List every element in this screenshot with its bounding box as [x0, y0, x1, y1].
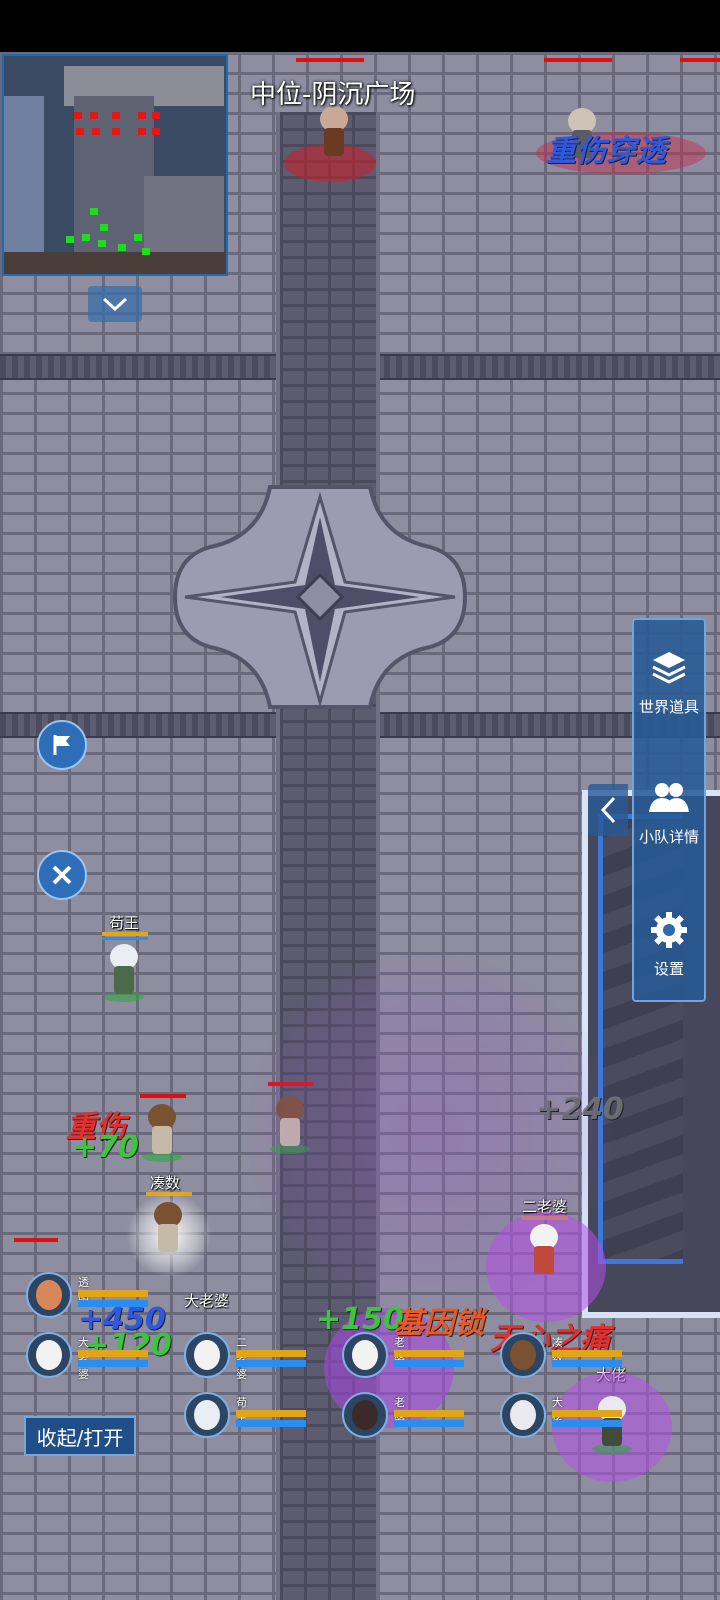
combat-text-damage: +240 [536, 1092, 624, 1127]
ally-hp-bar [140, 1094, 186, 1098]
world-items-label: 世界道具 [638, 698, 699, 716]
character-mana-bar [102, 937, 148, 940]
collapse-toggle-button[interactable]: 收起/打开 [24, 1416, 136, 1456]
party-stamina-bar [236, 1410, 306, 1417]
close-button[interactable] [37, 850, 87, 900]
side-menu: 世界道具 小队详情 设置 [632, 618, 706, 1002]
party-mana-bar [394, 1420, 464, 1427]
party-stamina-bar [394, 1410, 464, 1417]
flag-icon [53, 735, 70, 755]
side-panel-toggle[interactable] [588, 784, 628, 836]
settings-button[interactable]: 设置 [634, 910, 704, 979]
location-title: 中位-阴沉广场 [250, 80, 416, 110]
party-member-name: 大老婆 [78, 1336, 89, 1381]
party-avatar[interactable] [342, 1392, 388, 1438]
combat-text-skill: 基因锁 [394, 1306, 484, 1341]
party-avatar[interactable] [26, 1272, 72, 1318]
party-avatar[interactable] [342, 1332, 388, 1378]
layers-icon [652, 652, 686, 684]
party-stamina-bar [552, 1410, 622, 1417]
party-mana-bar [394, 1360, 464, 1367]
party-avatar[interactable] [26, 1332, 72, 1378]
character-erlaopo[interactable] [522, 1224, 566, 1280]
settings-label: 设置 [653, 960, 684, 978]
party-mana-bar [552, 1360, 622, 1367]
party-stamina-bar [78, 1350, 148, 1357]
character-name-label: 大老婆 [184, 1292, 230, 1310]
people-icon [649, 783, 689, 812]
character-coushu[interactable] [146, 1202, 190, 1258]
party-stamina-bar [78, 1290, 148, 1297]
team-details-label: 小队详情 [638, 828, 699, 846]
party-avatar[interactable] [500, 1392, 546, 1438]
party-avatar[interactable] [500, 1332, 546, 1378]
character-name-label: 苟王 [109, 914, 140, 932]
character-stamina-bar [102, 932, 148, 936]
party-mana-bar [236, 1360, 306, 1367]
party-mana-bar [552, 1420, 622, 1427]
chevron-down-icon [102, 297, 128, 312]
party-mana-bar [236, 1420, 306, 1427]
combat-text-heal: +120 [84, 1328, 172, 1363]
enemy-hp-bar [680, 58, 720, 62]
world-items-button[interactable]: 世界道具 [634, 648, 704, 717]
character-goowang[interactable] [102, 944, 146, 1002]
party-stamina-bar [552, 1350, 622, 1357]
enemy-character[interactable] [312, 106, 356, 162]
party-mana-bar [78, 1360, 148, 1367]
party-stamina-bar [236, 1350, 306, 1357]
gear-icon [651, 912, 687, 948]
enemy-hp-bar [544, 58, 612, 62]
party-mana-bar [78, 1300, 148, 1307]
minimap-toggle-button[interactable] [88, 286, 142, 322]
close-icon [52, 865, 72, 885]
minimap[interactable] [2, 54, 228, 276]
team-details-button[interactable]: 小队详情 [634, 778, 704, 847]
plaza-ornament [172, 485, 468, 709]
party-avatar[interactable] [184, 1392, 230, 1438]
party-avatar[interactable] [184, 1332, 230, 1378]
combat-text-skill: 重伤穿透 [546, 134, 666, 169]
character-knight-a[interactable] [140, 1104, 184, 1162]
character-name-label: 凑数 [150, 1174, 181, 1192]
combat-text-heal: +70 [72, 1130, 139, 1165]
enemy-hp-bar [296, 58, 364, 62]
flag-button[interactable] [37, 720, 87, 770]
party-member-name: 二老婆 [236, 1336, 247, 1381]
ally-hp-bar [14, 1238, 58, 1242]
chevron-left-icon [600, 796, 616, 824]
party-stamina-bar [394, 1350, 464, 1357]
